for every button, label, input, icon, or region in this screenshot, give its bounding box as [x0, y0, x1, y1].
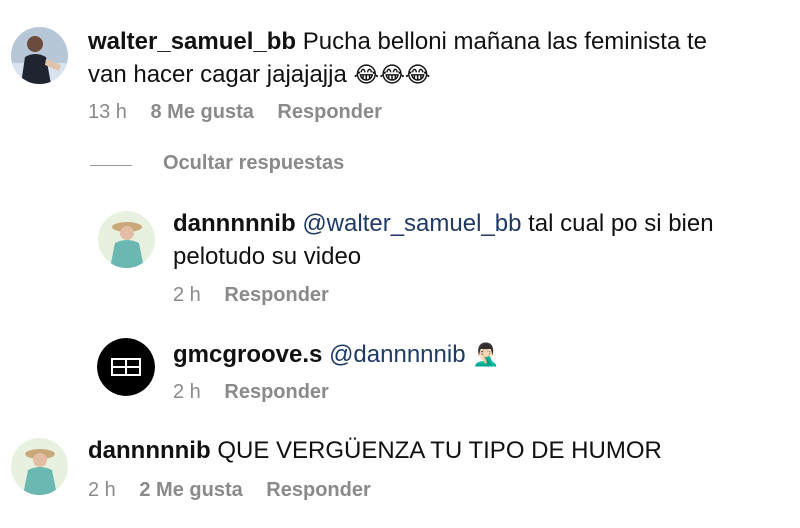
avatar[interactable] — [11, 438, 68, 495]
likes-count[interactable]: 8 Me gusta — [151, 101, 254, 123]
hide-replies-button[interactable]: Ocultar respuestas — [163, 152, 344, 175]
reply-button[interactable]: Responder — [266, 479, 370, 501]
laughing-emoji-icon: 😂😂😂 — [353, 62, 431, 87]
comment-meta: 2 h Responder — [173, 381, 347, 404]
reply-button[interactable]: Responder — [224, 284, 328, 306]
comment-text: dannnnnib QUE VERGÜENZA TU TIPO DE HUMOR — [88, 437, 662, 464]
timestamp: 2 h — [173, 284, 201, 306]
reply-button[interactable]: Responder — [277, 101, 381, 123]
comment-meta: 2 h Responder — [173, 284, 347, 307]
comment-meta: 13 h 8 Me gusta Responder — [88, 101, 400, 124]
reply-button[interactable]: Responder — [224, 381, 328, 403]
avatar[interactable] — [11, 27, 68, 84]
facepalm-emoji-icon: 🤦🏻‍♂️ — [472, 342, 500, 367]
mention-link[interactable]: @dannnnnib — [329, 341, 465, 368]
divider-line — [90, 165, 132, 166]
username[interactable]: gmcgroove.s — [173, 341, 322, 368]
comment-text: walter_samuel_bb Pucha belloni mañana la… — [88, 28, 708, 88]
username[interactable]: dannnnnib — [88, 437, 211, 464]
timestamp: 2 h — [88, 479, 116, 501]
avatar[interactable] — [97, 338, 155, 396]
username[interactable]: walter_samuel_bb — [88, 28, 296, 55]
timestamp: 13 h — [88, 101, 127, 123]
mention-link[interactable]: @walter_samuel_bb — [302, 210, 521, 237]
username[interactable]: dannnnnib — [173, 210, 296, 237]
likes-count[interactable]: 2 Me gusta — [139, 479, 242, 501]
timestamp: 2 h — [173, 381, 201, 403]
comment-meta: 2 h 2 Me gusta Responder — [88, 479, 389, 502]
avatar[interactable] — [98, 211, 155, 268]
comment-text: dannnnnib @walter_samuel_bb tal cual po … — [173, 210, 714, 270]
comment-text: gmcgroove.s @dannnnnib 🤦🏻‍♂️ — [173, 338, 773, 371]
